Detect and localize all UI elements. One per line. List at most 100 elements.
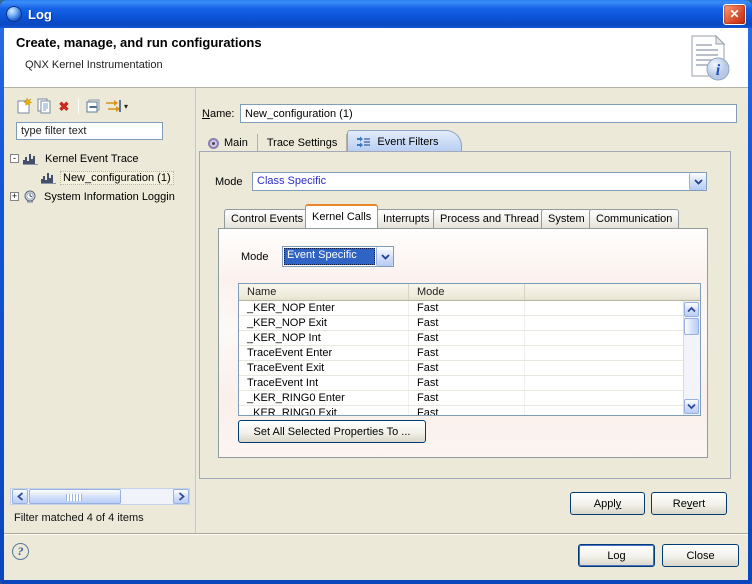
filter-configurations-button[interactable]: [103, 97, 123, 115]
column-header-mode[interactable]: Mode: [409, 284, 525, 300]
dialog-title: Create, manage, and run configurations: [16, 35, 262, 50]
filter-match-status: Filter matched 4 of 4 items: [14, 512, 144, 524]
table-row[interactable]: _KER_RING0 EnterFast: [239, 391, 683, 406]
kernel-mode-combobox-value[interactable]: Event Specific: [284, 248, 375, 265]
log-button[interactable]: Log: [578, 544, 655, 567]
kernel-event-trace-icon: [41, 172, 56, 184]
collapse-all-icon: [85, 98, 101, 114]
subtab-communication[interactable]: Communication: [589, 209, 679, 228]
filter-text-input[interactable]: [16, 122, 163, 140]
system-information-icon: [23, 190, 37, 203]
tree-item-system-information-logging[interactable]: + System Information Loggin: [10, 187, 193, 206]
configurations-toolbar: ✖: [14, 96, 128, 116]
duplicate-configuration-button[interactable]: [34, 97, 54, 115]
kernel-event-trace-icon: [23, 153, 38, 165]
chevron-down-icon: [694, 179, 703, 185]
footer: ? Log Close: [4, 535, 748, 580]
kernel-calls-table: Name Mode _KER_NOP EnterFast _KER_NOP Ex…: [238, 283, 701, 416]
subtab-system[interactable]: System: [541, 209, 592, 228]
tree-item-kernel-event-trace[interactable]: - Kernel Event Trace: [10, 149, 193, 168]
table-row[interactable]: TraceEvent EnterFast: [239, 346, 683, 361]
column-header-empty[interactable]: [525, 284, 700, 300]
scroll-right-icon: [178, 492, 185, 501]
table-row[interactable]: _KER_RING0 ExitFast: [239, 406, 683, 415]
scroll-left-icon: [17, 492, 24, 501]
configurations-tree: - Kernel Event Trace New_configuration (…: [10, 149, 193, 206]
tree-item-label[interactable]: System Information Loggin: [41, 190, 178, 204]
delete-configuration-button[interactable]: ✖: [54, 97, 74, 115]
table-row[interactable]: _KER_NOP ExitFast: [239, 316, 683, 331]
new-configuration-icon: [16, 98, 32, 114]
configuration-name-input[interactable]: [240, 104, 737, 123]
event-filters-tab-icon: [357, 136, 372, 148]
tab-label: Event Filters: [377, 136, 438, 148]
scrollbar-thumb[interactable]: [29, 489, 121, 504]
tab-label: Trace Settings: [267, 137, 338, 149]
scroll-down-button[interactable]: [684, 399, 699, 414]
table-body: _KER_NOP EnterFast _KER_NOP ExitFast _KE…: [239, 301, 683, 415]
combo-dropdown-button[interactable]: [689, 173, 706, 190]
table-row[interactable]: _KER_NOP EnterFast: [239, 301, 683, 316]
filter-icon: [105, 98, 122, 114]
window-close-button[interactable]: ✕: [723, 4, 746, 25]
table-row[interactable]: TraceEvent ExitFast: [239, 361, 683, 376]
subtab-interrupts[interactable]: Interrupts: [376, 209, 436, 228]
close-icon: ✕: [729, 7, 739, 21]
subtab-control-events[interactable]: Control Events: [224, 209, 310, 228]
apply-button[interactable]: Apply: [570, 492, 645, 515]
help-button[interactable]: ?: [12, 543, 29, 560]
dialog-header: Create, manage, and run configurations Q…: [4, 28, 748, 88]
duplicate-icon: [36, 98, 52, 114]
close-button[interactable]: Close: [662, 544, 739, 567]
table-row[interactable]: TraceEvent IntFast: [239, 376, 683, 391]
tree-item-label[interactable]: Kernel Event Trace: [42, 152, 142, 166]
column-header-name[interactable]: Name: [239, 284, 409, 300]
mode-label: Mode: [215, 176, 243, 188]
table-row[interactable]: _KER_NOP IntFast: [239, 331, 683, 346]
expand-expander-icon[interactable]: +: [10, 192, 19, 201]
chevron-down-icon: [381, 254, 390, 260]
tab-trace-settings[interactable]: Trace Settings: [258, 134, 348, 152]
configuration-tabs: Main Trace Settings Event Filters: [199, 130, 462, 152]
scrollbar-thumb[interactable]: [684, 318, 699, 335]
mode-combobox-value[interactable]: Class Specific: [253, 173, 689, 190]
panel-sash[interactable]: [195, 88, 197, 533]
new-configuration-button[interactable]: [14, 97, 34, 115]
table-vertical-scrollbar[interactable]: [683, 301, 700, 415]
tab-event-filters[interactable]: Event Filters: [347, 130, 461, 152]
dialog-content: Create, manage, and run configurations Q…: [4, 28, 748, 580]
name-field-label: Name:: [202, 108, 234, 120]
tab-label: Main: [224, 137, 248, 149]
scroll-up-icon: [687, 306, 696, 313]
delete-icon: ✖: [59, 100, 70, 113]
help-icon: ?: [18, 544, 24, 559]
svg-text:i: i: [716, 62, 721, 79]
tree-horizontal-scrollbar[interactable]: [10, 488, 190, 505]
window-icon: [6, 6, 22, 22]
window-title: Log: [28, 7, 723, 22]
subtab-kernel-calls[interactable]: Kernel Calls: [305, 204, 378, 228]
mode-combobox[interactable]: Class Specific: [252, 172, 707, 191]
table-header: Name Mode: [239, 284, 700, 301]
titlebar[interactable]: Log ✕: [0, 0, 752, 28]
main-tab-icon: [208, 138, 219, 149]
configurations-panel: ✖: [8, 88, 195, 533]
kernel-calls-panel: Mode Event Specific Name Mode _KER_NOP E…: [218, 228, 708, 458]
revert-button[interactable]: Revert: [651, 492, 727, 515]
filter-dropdown-caret-icon[interactable]: ▾: [124, 102, 128, 111]
dialog-subtitle: QNX Kernel Instrumentation: [25, 59, 163, 71]
subtab-process-and-thread[interactable]: Process and Thread: [433, 209, 546, 228]
toolbar-separator: [78, 98, 79, 114]
tree-item-new-configuration[interactable]: New_configuration (1): [10, 168, 193, 187]
tree-item-label[interactable]: New_configuration (1): [60, 171, 174, 185]
scroll-up-button[interactable]: [684, 302, 699, 317]
scroll-right-button[interactable]: [173, 489, 189, 504]
combo-dropdown-button[interactable]: [376, 247, 393, 266]
tab-main[interactable]: Main: [199, 134, 258, 152]
log-dialog: Log ✕ Create, manage, and run configurat…: [0, 0, 752, 584]
kernel-mode-combobox[interactable]: Event Specific: [282, 246, 394, 267]
collapse-expander-icon[interactable]: -: [10, 154, 19, 163]
set-all-selected-properties-button[interactable]: Set All Selected Properties To ...: [238, 420, 426, 443]
scroll-left-button[interactable]: [12, 489, 28, 504]
collapse-all-button[interactable]: [83, 97, 103, 115]
